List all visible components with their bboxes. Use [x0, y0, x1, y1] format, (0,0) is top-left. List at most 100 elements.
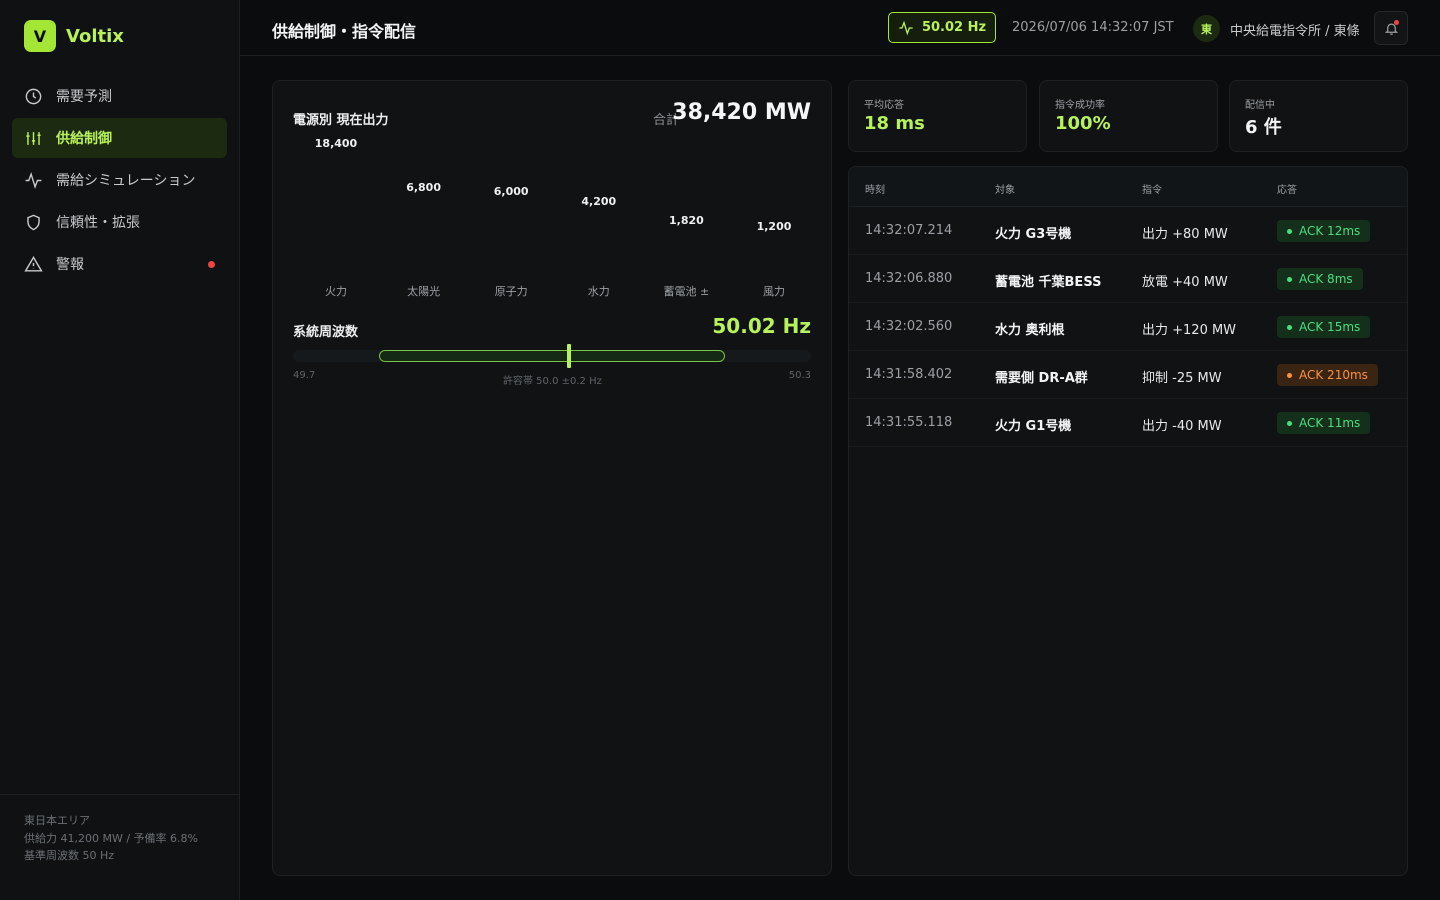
clock-icon — [25, 88, 42, 104]
frequency-chip-value: 50.02 Hz — [921, 20, 987, 35]
kpi-in-progress: 配信中 6 件 — [1229, 80, 1408, 152]
area-summary: 東日本エリア 供給力 41,200 MW / 予備率 6.8% 基準周波数 50… — [0, 794, 239, 900]
bar-column: 1,820 蓄電池 ± — [643, 131, 729, 299]
sidebar-item-reliability[interactable]: 信頼性・拡張 — [12, 202, 227, 242]
supply-capacity: 供給力 41,200 MW / 予備率 6.8% — [24, 831, 198, 845]
logo-mark: V — [24, 20, 56, 52]
shield-icon — [27, 214, 40, 230]
base-frequency: 基準周波数 50 Hz — [24, 849, 115, 862]
ack-badge: ACK 15ms — [1277, 316, 1371, 338]
row-command: 出力 +80 MW — [1142, 227, 1228, 242]
bar-column: 6,000 原子力 — [468, 131, 554, 299]
table-row[interactable]: 14:31:58.402 需要側 DR-A群 抑制 -25 MW ACK 210… — [849, 351, 1407, 399]
bar-column: 18,400 火力 — [293, 131, 379, 299]
bar-category-label: 原子力 — [494, 285, 528, 298]
frequency-value: 50.02 Hz — [712, 314, 811, 338]
frequency-gauge — [293, 344, 811, 368]
total-output: 38,420 MW — [672, 100, 811, 125]
sliders-icon — [26, 131, 41, 145]
bar-column: 6,800 太陽光 — [381, 131, 467, 299]
bar-value-label: 6,000 — [493, 185, 529, 199]
area-name: 東日本エリア — [24, 814, 90, 827]
row-time: 14:32:06.880 — [865, 271, 953, 286]
bar-category-label: 太陽光 — [407, 285, 441, 298]
kpi-avg-response: 平均応答 18 ms — [848, 80, 1027, 152]
row-target: 需要側 DR-A群 — [995, 371, 1088, 386]
alert-dot — [208, 261, 215, 268]
kpi-label: 平均応答 — [864, 100, 904, 111]
kpi-value: 18 ms — [864, 113, 925, 134]
output-panel: 電源別 現在出力 合計 38,420 MW 18,400 火力 6,800 太陽光 6,… — [272, 80, 832, 876]
output-title: 電源別 現在出力 — [293, 113, 389, 128]
bar-value-label: 1,820 — [668, 213, 704, 227]
sidebar-item-simulation[interactable]: 需給シミュレーション — [12, 160, 227, 200]
activity-icon — [25, 171, 42, 189]
bar-category-label: 火力 — [325, 285, 347, 298]
tolerance-band — [379, 350, 725, 362]
frequency-marker — [567, 344, 572, 368]
avatar[interactable]: 東 — [1193, 15, 1220, 42]
dispatch-log-table: 時刻 対象 指令 応答 14:32:07.214 火力 G3号機 出力 +80 … — [848, 166, 1408, 876]
kpi-success-rate: 指令成功率 100% — [1039, 80, 1218, 152]
bar-category-label: 風力 — [763, 285, 785, 298]
bar-value-label: 6,800 — [406, 180, 441, 194]
sidebar-item-label: 信頼性・拡張 — [56, 215, 140, 231]
frequency-max-label: 50.3 — [788, 370, 811, 381]
kpi-value: 100% — [1055, 113, 1111, 134]
ack-badge: ACK 210ms — [1277, 364, 1378, 386]
table-row[interactable]: 14:32:06.880 蓄電池 千葉BESS 放電 +40 MW ACK 8m… — [849, 255, 1407, 303]
table-row[interactable]: 14:32:07.214 火力 G3号機 出力 +80 MW ACK 12ms — [849, 207, 1407, 255]
column-header-command[interactable]: 指令 — [1142, 181, 1162, 196]
row-target: 水力 奥利根 — [995, 323, 1065, 338]
logo-name: Voltix — [66, 25, 124, 47]
current-datetime: 2026/07/06 14:32:07 JST — [1012, 20, 1174, 35]
row-target: 火力 G3号機 — [995, 227, 1072, 242]
notifications-button[interactable] — [1374, 11, 1408, 45]
sidebar-item-label: 警報 — [56, 257, 84, 273]
kpi-label: 指令成功率 — [1055, 100, 1105, 111]
bar-category-label: 蓄電池 ± — [663, 285, 710, 298]
sidebar-item-label: 需要予測 — [56, 89, 112, 105]
row-time: 14:32:07.214 — [865, 223, 953, 238]
row-time: 14:31:55.118 — [865, 415, 953, 430]
ack-badge: ACK 8ms — [1277, 268, 1363, 290]
column-header-response[interactable]: 応答 — [1277, 181, 1297, 196]
page-title: 供給制御・指令配信 — [272, 22, 417, 41]
top-bar: 供給制御・指令配信 50.02 Hz 2026/07/06 14:32:07 J… — [240, 0, 1440, 56]
row-command: 放電 +40 MW — [1142, 275, 1228, 290]
sidebar-item-demand-forecast[interactable]: 需要予測 — [12, 76, 227, 116]
activity-icon — [899, 20, 913, 35]
row-time: 14:31:58.402 — [865, 367, 953, 382]
ack-badge: ACK 12ms — [1277, 220, 1371, 242]
row-target: 蓄電池 千葉BESS — [995, 275, 1102, 290]
sidebar: V Voltix 需要予測 供給制御 需給シミュレーション 信頼性・拡張 警報 … — [0, 0, 240, 900]
bar-category-label: 水力 — [587, 285, 610, 298]
kpi-value: 6 件 — [1245, 117, 1282, 138]
row-time: 14:32:02.560 — [865, 319, 953, 334]
sidebar-item-supply-control[interactable]: 供給制御 — [12, 118, 227, 158]
frequency-chip[interactable]: 50.02 Hz — [888, 12, 996, 43]
kpi-label: 配信中 — [1245, 100, 1275, 111]
table-header: 時刻 対象 指令 応答 — [849, 167, 1407, 207]
sidebar-item-label: 供給制御 — [56, 131, 112, 147]
output-bar-chart: 18,400 火力 6,800 太陽光 6,000 原子力 4,200 水力 1,820 蓄電池 … — [293, 131, 813, 299]
sidebar-item-label: 需給シミュレーション — [56, 173, 196, 189]
row-command: 抑制 -25 MW — [1142, 371, 1222, 386]
table-row[interactable]: 14:31:55.118 火力 G1号機 出力 -40 MW ACK 11ms — [849, 399, 1407, 447]
row-command: 出力 +120 MW — [1142, 323, 1237, 338]
frequency-min-label: 49.7 — [293, 370, 316, 381]
row-target: 火力 G1号機 — [995, 419, 1072, 434]
ack-badge: ACK 11ms — [1277, 412, 1371, 434]
sidebar-item-alarms[interactable]: 警報 — [12, 244, 227, 284]
bar-value-label: 18,400 — [314, 137, 358, 150]
frequency-title: 系統周波数 — [293, 325, 359, 340]
brand[interactable]: V Voltix — [24, 20, 124, 52]
table-row[interactable]: 14:32:02.560 水力 奥利根 出力 +120 MW ACK 15ms — [849, 303, 1407, 351]
tolerance-band-label: 許容帯 50.0 ±0.2 Hz — [503, 376, 602, 387]
notification-dot — [1394, 20, 1399, 25]
column-header-target[interactable]: 対象 — [995, 181, 1015, 196]
bar-column: 4,200 水力 — [556, 131, 642, 299]
bar-column: 1,200 風力 — [731, 131, 817, 299]
column-header-time[interactable]: 時刻 — [865, 181, 885, 196]
warning-icon — [24, 255, 43, 272]
